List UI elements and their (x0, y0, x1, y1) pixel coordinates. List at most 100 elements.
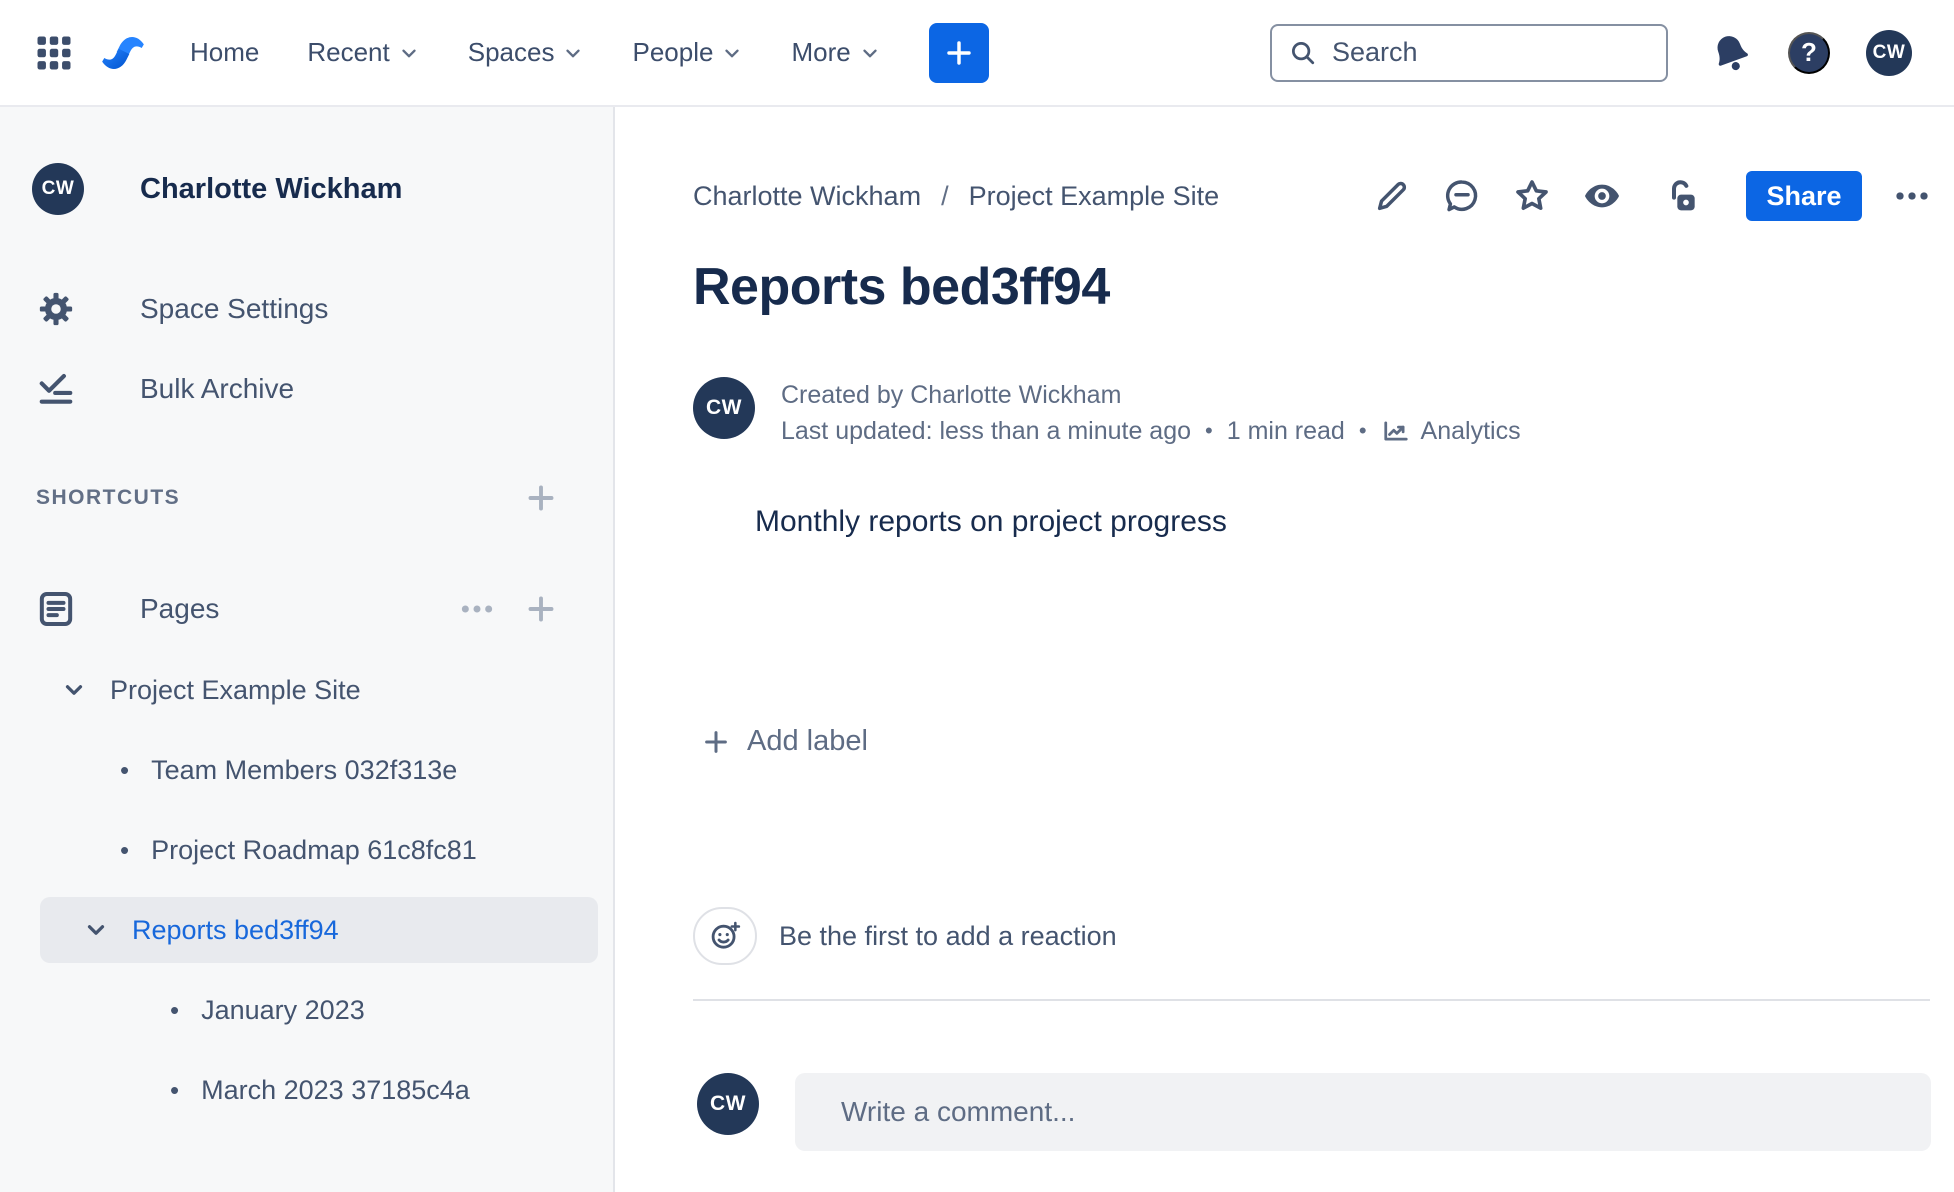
sidebar-item-bulk-archive[interactable]: Bulk Archive (0, 359, 615, 419)
chevron-down-icon (725, 49, 740, 57)
dot-separator: • (1205, 418, 1213, 443)
unlocked-padlock-icon (1672, 180, 1695, 211)
analytics-link[interactable]: Analytics (1381, 413, 1521, 449)
tree-item-reports-selected[interactable]: Reports bed3ff94 (40, 897, 598, 963)
share-button[interactable]: Share (1746, 171, 1862, 221)
page-more-actions-button[interactable] (1892, 176, 1932, 216)
ellipsis-icon (1896, 192, 1928, 200)
space-settings-label: Space Settings (140, 293, 329, 324)
top-navigation-bar: Home Recent Spaces People More Search ? … (0, 0, 1954, 107)
add-shortcut-button[interactable] (518, 475, 564, 521)
tree-item-label: Reports bed3ff94 (132, 914, 339, 945)
tree-item-project-roadmap[interactable]: • Project Roadmap 61c8fc81 (0, 819, 615, 881)
add-label-button[interactable]: Add label (701, 725, 868, 758)
comments-divider (693, 999, 1930, 1001)
page-title: Reports bed3ff94 (693, 258, 1110, 316)
chevron-down-icon[interactable] (82, 917, 110, 943)
nav-more[interactable]: More (791, 37, 880, 68)
comment-input[interactable] (795, 1096, 1931, 1128)
restrictions-button[interactable] (1662, 176, 1702, 216)
author-avatar[interactable]: CW (693, 377, 755, 439)
notifications-button[interactable] (1708, 30, 1754, 76)
comment-composer: CW (697, 1073, 1931, 1151)
space-name: Charlotte Wickham (140, 172, 403, 205)
help-button[interactable]: ? (1788, 31, 1830, 74)
page-content: Charlotte Wickham / Project Example Site (617, 107, 1954, 1192)
add-label-text: Add label (747, 725, 868, 757)
confluence-app: Home Recent Spaces People More Search ? … (0, 0, 1954, 1192)
comments-button[interactable] (1442, 176, 1482, 216)
tree-item-label: Project Example Site (110, 674, 361, 705)
page-actions: Share (1372, 171, 1932, 221)
ellipsis-icon (461, 605, 493, 613)
breadcrumb-space-link[interactable]: Charlotte Wickham (693, 181, 921, 212)
comment-bubble-icon (1445, 180, 1478, 212)
nav-people[interactable]: People (632, 37, 743, 68)
search-input[interactable] (1332, 37, 1612, 68)
author-avatar-initials: CW (706, 396, 742, 419)
space-avatar-initials: CW (41, 178, 75, 199)
plus-icon (705, 730, 727, 753)
bullet-icon: • (170, 1074, 180, 1105)
tree-item-project-example-site[interactable]: Project Example Site (0, 659, 615, 721)
last-updated-text: Last updated: less than a minute ago (781, 417, 1192, 445)
breadcrumb-parent-link[interactable]: Project Example Site (969, 181, 1220, 212)
chevron-down-icon[interactable] (60, 677, 88, 703)
chevron-down-icon (402, 49, 416, 57)
favorite-star-button[interactable] (1512, 176, 1552, 216)
nav-people-label: People (632, 37, 714, 67)
create-button[interactable] (928, 22, 989, 83)
user-avatar[interactable]: CW (1866, 29, 1912, 76)
nav-recent[interactable]: Recent (307, 37, 419, 68)
comment-input-box[interactable] (795, 1073, 1931, 1151)
bullet-icon: • (170, 994, 180, 1025)
space-header[interactable]: CW Charlotte Wickham (32, 163, 402, 215)
pages-more-actions-button[interactable] (450, 586, 504, 632)
app-switcher-grid-icon (37, 36, 71, 69)
tree-item-january-2023[interactable]: • January 2023 (0, 979, 615, 1041)
confluence-logo[interactable] (100, 30, 146, 76)
search-box[interactable] (1270, 23, 1668, 82)
nav-home-label: Home (190, 37, 260, 67)
watch-button[interactable] (1582, 176, 1622, 216)
bullet-icon: • (120, 834, 130, 865)
app-switcher-button[interactable] (30, 29, 78, 77)
nav-spaces[interactable]: Spaces (468, 37, 585, 68)
user-avatar-initials: CW (1872, 41, 1906, 63)
page-header: Charlotte Wickham / Project Example Site (693, 165, 1932, 227)
tree-item-label: March 2023 37185c4a (201, 1074, 470, 1105)
breadcrumb: Charlotte Wickham / Project Example Site (693, 181, 1219, 212)
sidebar-item-space-settings[interactable]: Space Settings (0, 279, 615, 339)
confluence-logo-icon (102, 36, 144, 69)
read-time-text: 1 min read (1226, 417, 1345, 445)
eye-icon (1585, 184, 1619, 208)
search-icon (1292, 41, 1315, 64)
gear-icon (39, 292, 73, 326)
pages-section-row[interactable]: Pages (0, 577, 615, 641)
tree-item-team-members[interactable]: • Team Members 032f313e (0, 739, 615, 801)
chevron-down-icon (566, 49, 581, 57)
edit-button[interactable] (1372, 176, 1412, 216)
pencil-icon (1377, 181, 1407, 211)
create-page-button[interactable] (518, 586, 564, 632)
smiley-plus-icon (711, 921, 741, 949)
tree-item-march-2023[interactable]: • March 2023 37185c4a (0, 1059, 615, 1121)
bullet-icon: • (120, 754, 130, 785)
chevron-down-icon (863, 49, 877, 57)
pages-section-label: Pages (140, 593, 220, 624)
commenter-avatar-initials: CW (710, 1092, 746, 1115)
plus-icon (528, 485, 554, 511)
add-reaction-button[interactable] (693, 907, 757, 965)
bell-icon (1717, 35, 1748, 70)
reaction-prompt-text: Be the first to add a reaction (779, 920, 1117, 951)
analytics-label: Analytics (1420, 417, 1521, 445)
reactions-section: Be the first to add a reaction (693, 907, 1117, 965)
nav-home[interactable]: Home (190, 37, 259, 68)
bulk-archive-icon (39, 373, 73, 404)
nav-more-label: More (791, 37, 851, 67)
breadcrumb-separator: / (941, 180, 949, 211)
shortcuts-header-label: SHORTCUTS (36, 486, 181, 509)
byline: CW Created by Charlotte Wickham Last upd… (693, 377, 1521, 449)
star-icon (1516, 180, 1548, 211)
space-sidebar: CW Charlotte Wickham Space Settings Bulk… (0, 107, 615, 1192)
